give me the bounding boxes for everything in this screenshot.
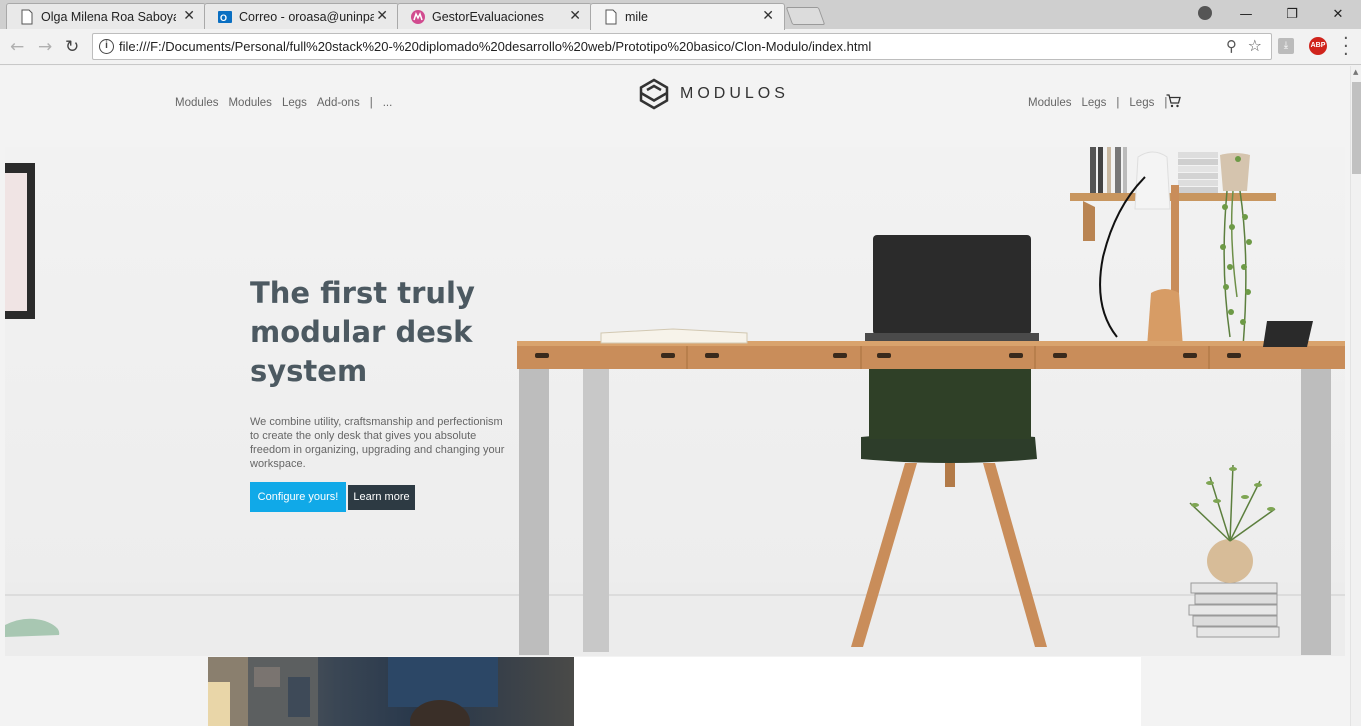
logo-text: MODULOS <box>680 85 789 102</box>
adblock-icon[interactable]: ABP <box>1309 37 1327 55</box>
scrollbar-thumb[interactable] <box>1352 82 1361 174</box>
nav-link-addons[interactable]: Add-ons <box>317 97 360 109</box>
info-icon[interactable]: i <box>99 39 114 54</box>
page-icon <box>21 9 33 25</box>
svg-text:O: O <box>220 13 227 23</box>
tab-title: Olga Milena Roa Saboya <box>41 10 176 24</box>
nav-separator: | <box>1116 97 1120 109</box>
nav-link-modules-2[interactable]: Modules <box>228 97 271 109</box>
nav-link-legs-2[interactable]: Legs <box>1129 97 1154 109</box>
tab-title: mile <box>625 10 648 24</box>
configure-button[interactable]: Configure yours! <box>250 482 346 512</box>
logo-icon <box>639 78 669 110</box>
nav-link-legs[interactable]: Legs <box>282 97 307 109</box>
hero-title: The first truly modular desk system <box>250 276 475 388</box>
gestor-icon <box>411 10 425 24</box>
site-nav-right: Modules Legs | Legs | <box>1028 97 1167 109</box>
learn-more-button[interactable]: Learn more <box>348 485 415 510</box>
close-icon[interactable]: ✕ <box>569 9 581 23</box>
nav-link-more[interactable]: ... <box>383 97 393 109</box>
minimize-button[interactable]: — <box>1223 7 1269 22</box>
cart-icon[interactable] <box>1166 94 1181 108</box>
browser-tab-2[interactable]: O Correo - oroasa@uninpa ✕ <box>204 3 399 29</box>
browser-tab-4[interactable]: mile ✕ <box>590 3 785 30</box>
browser-toolbar: ← → ↻ i file:///F:/Documents/Personal/fu… <box>0 29 1361 65</box>
site-nav-left: Modules Modules Legs Add-ons | ... <box>175 97 392 109</box>
browser-tab-3[interactable]: GestorEvaluaciones ✕ <box>397 3 592 29</box>
nav-separator: | <box>369 97 373 109</box>
lower-section-image <box>208 657 574 726</box>
page-scrollbar[interactable]: ▲ <box>1350 66 1361 726</box>
url-text[interactable]: file:///F:/Documents/Personal/full%20sta… <box>119 39 871 54</box>
back-icon[interactable]: ← <box>10 37 24 57</box>
pdf-extension-icon[interactable]: ⤓ <box>1278 38 1294 54</box>
menu-icon[interactable]: · · · <box>1343 30 1349 64</box>
new-tab-button[interactable] <box>785 7 826 25</box>
nav-link-legs[interactable]: Legs <box>1081 97 1106 109</box>
office-photo <box>208 657 498 726</box>
restore-button[interactable]: ❐ <box>1269 7 1315 22</box>
close-window-button[interactable]: ✕ <box>1315 7 1361 22</box>
tab-title: Correo - oroasa@uninpa <box>239 10 374 24</box>
search-icon[interactable]: ⚲ <box>1226 37 1237 55</box>
page-icon <box>605 9 617 25</box>
star-icon[interactable]: ☆ <box>1248 36 1262 55</box>
window-controls: — ❐ ✕ <box>1223 0 1361 29</box>
close-icon[interactable]: ✕ <box>376 9 388 23</box>
close-icon[interactable]: ✕ <box>183 9 195 23</box>
browser-tab-1[interactable]: Olga Milena Roa Saboya ✕ <box>6 3 206 29</box>
scroll-up-icon[interactable]: ▲ <box>1353 68 1358 76</box>
profile-icon[interactable] <box>1198 6 1212 20</box>
close-icon[interactable]: ✕ <box>762 9 774 23</box>
site-logo[interactable]: MODULOS <box>638 78 789 110</box>
forward-icon[interactable]: → <box>38 37 52 57</box>
outlook-icon: O <box>218 11 232 23</box>
reload-icon[interactable]: ↻ <box>65 37 79 57</box>
address-bar[interactable]: i file:///F:/Documents/Personal/full%20s… <box>92 33 1272 60</box>
hero-section: The first truly modular desk system We c… <box>5 147 1345 656</box>
tab-title: GestorEvaluaciones <box>432 10 544 24</box>
hero-desk-image <box>5 147 1345 656</box>
nav-link-modules[interactable]: Modules <box>1028 97 1071 109</box>
page-viewport: Modules Modules Legs Add-ons | ... MODUL… <box>0 66 1350 726</box>
nav-link-modules[interactable]: Modules <box>175 97 218 109</box>
tab-strip: Olga Milena Roa Saboya ✕ O Correo - oroa… <box>0 0 1361 30</box>
hero-description: We combine utility, craftsmanship and pe… <box>250 416 505 470</box>
